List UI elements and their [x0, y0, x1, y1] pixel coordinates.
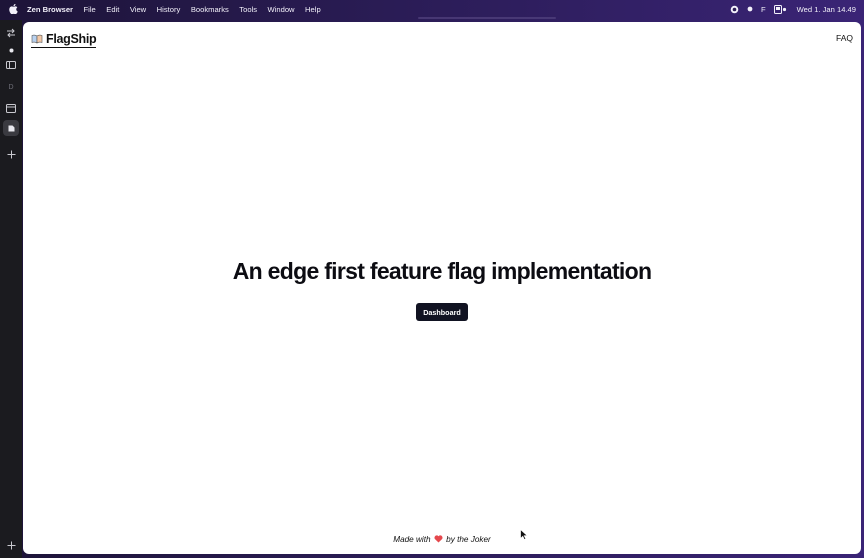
site-logo[interactable]: FlagShip	[31, 32, 97, 48]
heart-icon	[434, 535, 443, 543]
menu-view[interactable]: View	[130, 5, 146, 14]
calendar-icon[interactable]	[3, 101, 19, 115]
record-icon[interactable]	[730, 5, 739, 14]
menu-clock[interactable]: Wed 1. Jan 14.49	[797, 5, 856, 14]
letter-d-icon[interactable]: D	[3, 80, 19, 94]
menu-history[interactable]: History	[157, 5, 181, 14]
footer-text: Made with by the Joker	[23, 535, 861, 544]
menu-tools[interactable]: Tools	[239, 5, 257, 14]
faq-link[interactable]: FAQ	[836, 33, 853, 43]
browser-sidebar: D	[0, 20, 22, 558]
apple-logo-icon[interactable]	[9, 4, 19, 14]
logo-text: FlagShip	[46, 32, 97, 46]
book-icon	[31, 34, 43, 44]
footer-made-with: Made with	[393, 535, 431, 544]
flag-tab-icon[interactable]	[3, 120, 19, 136]
menu-app-name[interactable]: Zen Browser	[27, 5, 73, 14]
control-center-icon[interactable]	[773, 4, 787, 14]
mouse-pointer-icon	[520, 527, 529, 541]
dot-icon[interactable]	[3, 43, 19, 57]
status-letter[interactable]: F	[761, 5, 766, 14]
page-viewport: FlagShip FAQ An edge first feature flag …	[23, 22, 861, 554]
menu-help[interactable]: Help	[305, 5, 321, 14]
status-area: F Wed 1. Jan 14.49	[730, 0, 856, 18]
dashboard-button[interactable]: Dashboard	[416, 303, 468, 321]
hero-title: An edge first feature flag implementatio…	[232, 258, 652, 284]
menu-bar: Zen Browser File Edit View History Bookm…	[0, 0, 864, 18]
swap-icon[interactable]	[3, 26, 19, 40]
menu-edit[interactable]: Edit	[106, 5, 119, 14]
toolbar-handle	[418, 17, 556, 19]
sidebar-panel-icon[interactable]	[3, 58, 19, 72]
menu-window[interactable]: Window	[268, 5, 295, 14]
dot-status-icon[interactable]	[747, 6, 753, 12]
bottom-plus-icon[interactable]	[3, 538, 19, 552]
menu-file[interactable]: File	[84, 5, 96, 14]
menu-bookmarks[interactable]: Bookmarks	[191, 5, 229, 14]
new-tab-plus-icon[interactable]	[3, 147, 19, 161]
footer-by-joker: by the Joker	[446, 535, 491, 544]
